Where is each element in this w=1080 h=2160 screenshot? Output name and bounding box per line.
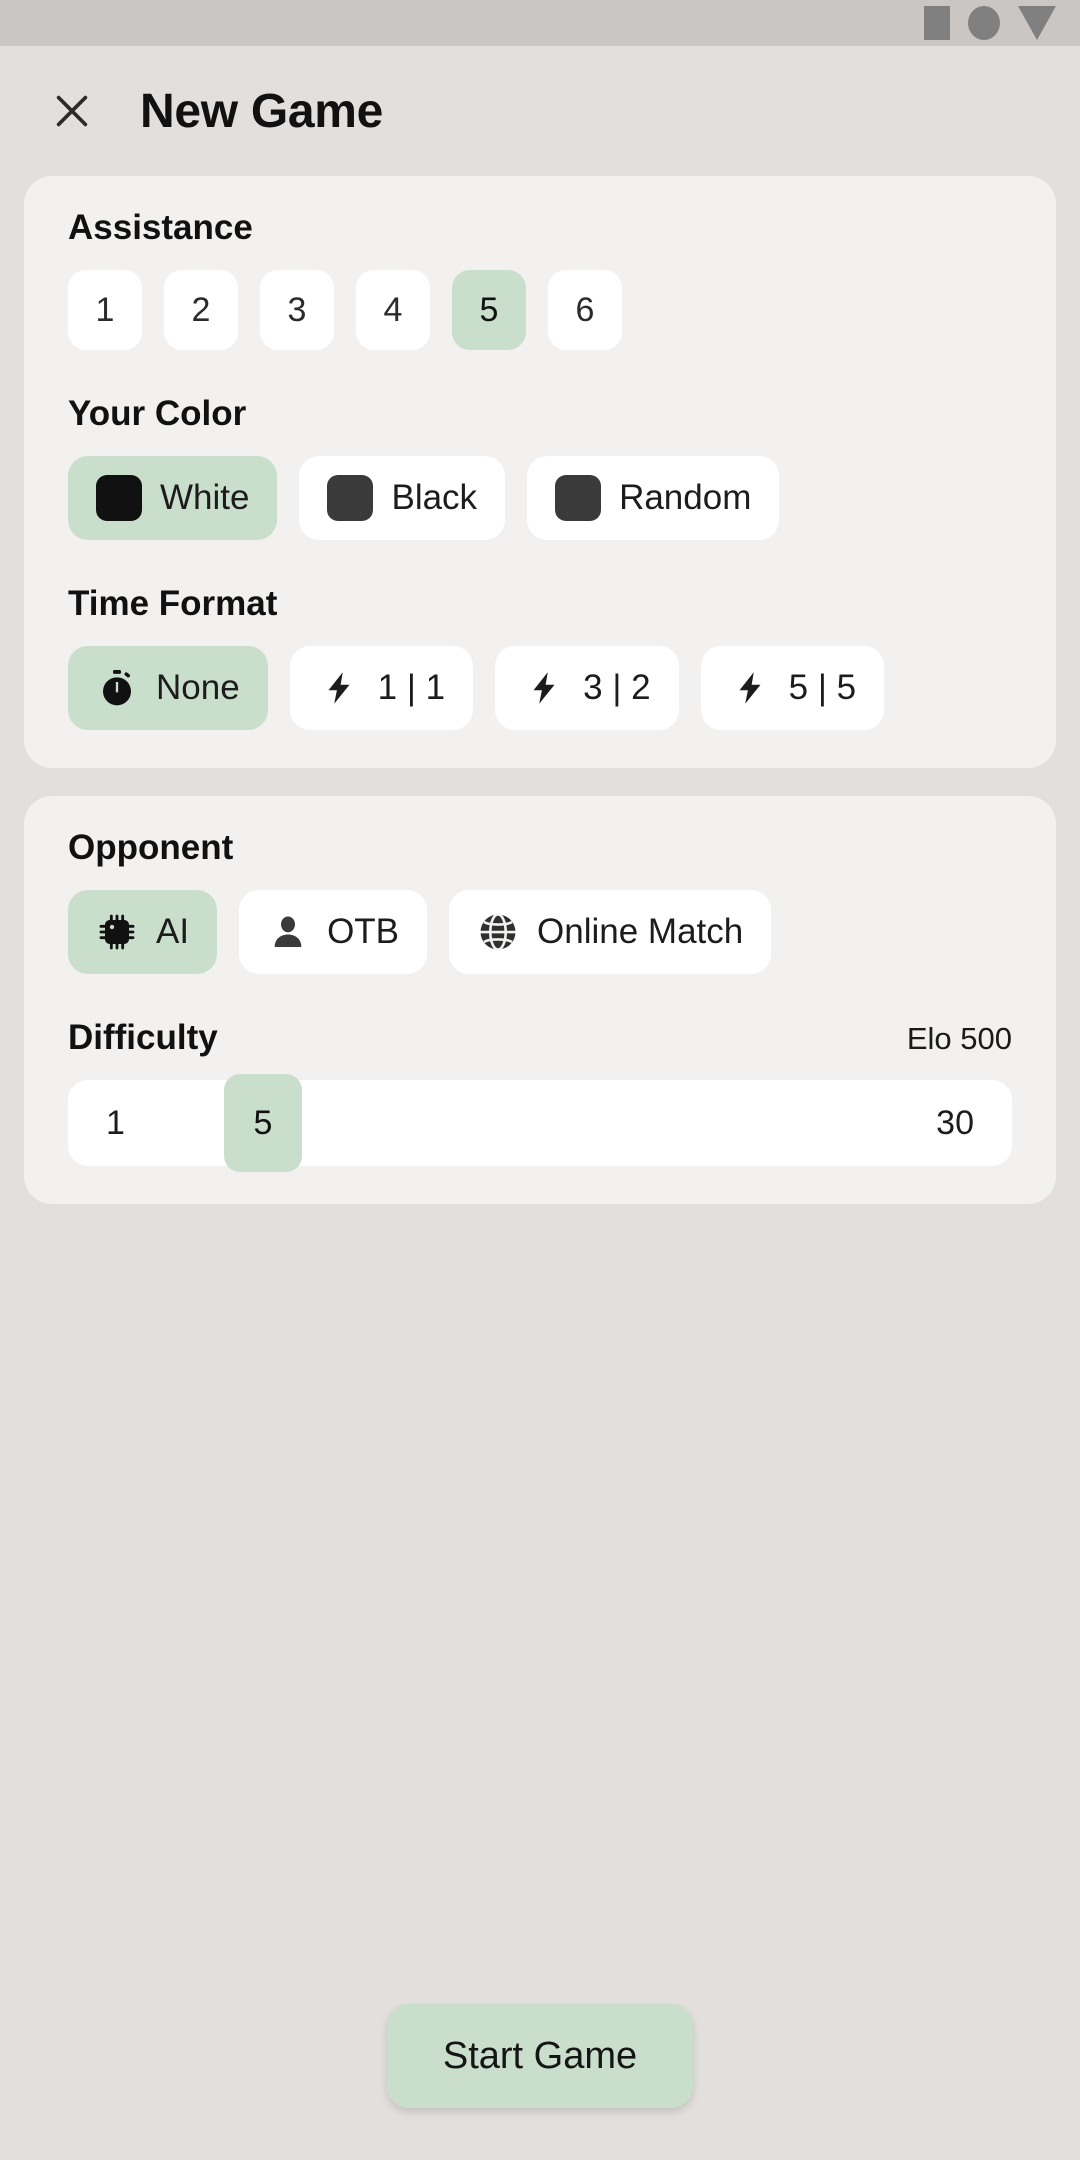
your-color-options: White Black Random (24, 456, 1056, 540)
page-header: New Game (0, 46, 1080, 176)
time-format-option-3-2-label: 3 | 2 (583, 668, 651, 707)
color-option-random[interactable]: Random (527, 456, 780, 540)
assistance-option-3[interactable]: 3 (260, 270, 334, 350)
white-square-icon (96, 475, 142, 521)
assistance-option-5[interactable]: 5 (452, 270, 526, 350)
opponent-option-otb[interactable]: OTB (239, 890, 428, 974)
your-color-label: Your Color (68, 394, 247, 433)
opponent-option-ai-label: AI (156, 912, 190, 951)
opponent-card: Opponent AI OTB Online Match Difficulty … (24, 796, 1056, 1204)
start-game-button[interactable]: Start Game (386, 2004, 694, 2108)
time-format-option-none[interactable]: None (68, 646, 268, 730)
elo-value: Elo 500 (906, 1021, 1012, 1056)
opponent-option-online-match[interactable]: Online Match (449, 890, 772, 974)
assistance-option-2[interactable]: 2 (164, 270, 238, 350)
bolt-icon (729, 667, 771, 709)
time-format-options[interactable]: None 1 | 1 3 | 2 5 | 5 (24, 646, 1056, 730)
difficulty-label: Difficulty (68, 1018, 218, 1057)
opponent-option-ai[interactable]: AI (68, 890, 218, 974)
color-option-white-label: White (160, 478, 250, 517)
cpu-chip-icon (96, 911, 138, 953)
bolt-icon (318, 667, 360, 709)
black-square-icon (327, 475, 374, 521)
opponent-options: AI OTB Online Match (24, 890, 1056, 974)
triangle-down-icon (1018, 6, 1056, 40)
opponent-option-otb-label: OTB (327, 912, 400, 951)
new-game-page: New Game Assistance 1 2 3 4 5 6 Your Col… (0, 46, 1080, 2160)
page-title: New Game (140, 84, 384, 138)
stopwatch-icon (96, 667, 138, 709)
assistance-options: 1 2 3 4 5 6 (24, 270, 1056, 350)
assistance-option-1[interactable]: 1 (68, 270, 142, 350)
difficulty-slider[interactable]: 1 5 30 (68, 1074, 1012, 1172)
person-icon (267, 911, 309, 953)
close-icon[interactable] (44, 83, 100, 139)
random-square-icon (555, 475, 602, 521)
assistance-label: Assistance (68, 208, 253, 247)
opponent-label: Opponent (68, 828, 234, 867)
time-format-option-5-5[interactable]: 5 | 5 (700, 646, 885, 730)
assistance-option-4[interactable]: 4 (356, 270, 430, 350)
difficulty-min-label: 1 (106, 1103, 125, 1142)
difficulty-header: Difficulty Elo 500 (24, 1018, 1056, 1058)
globe-icon (477, 911, 519, 953)
status-bar (0, 0, 1080, 46)
bolt-icon (523, 667, 565, 709)
time-format-label: Time Format (68, 584, 278, 623)
time-format-option-none-label: None (156, 668, 240, 707)
assistance-option-6[interactable]: 6 (548, 270, 622, 350)
footer: Start Game (0, 2004, 1080, 2108)
time-format-option-5-5-label: 5 | 5 (788, 668, 857, 707)
settings-card: Assistance 1 2 3 4 5 6 Your Color White … (24, 176, 1056, 768)
color-option-random-label: Random (619, 478, 752, 517)
time-format-option-1-1[interactable]: 1 | 1 (289, 646, 474, 730)
difficulty-slider-thumb[interactable]: 5 (224, 1074, 302, 1172)
color-option-black[interactable]: Black (299, 456, 506, 540)
time-format-option-1-1-label: 1 | 1 (377, 668, 446, 707)
time-format-option-3-2[interactable]: 3 | 2 (495, 646, 679, 730)
difficulty-max-label: 30 (936, 1103, 974, 1142)
square-icon (924, 6, 950, 40)
opponent-option-online-match-label: Online Match (537, 912, 744, 951)
color-option-white[interactable]: White (68, 456, 278, 540)
circle-icon (968, 6, 1000, 40)
color-option-black-label: Black (391, 478, 478, 517)
